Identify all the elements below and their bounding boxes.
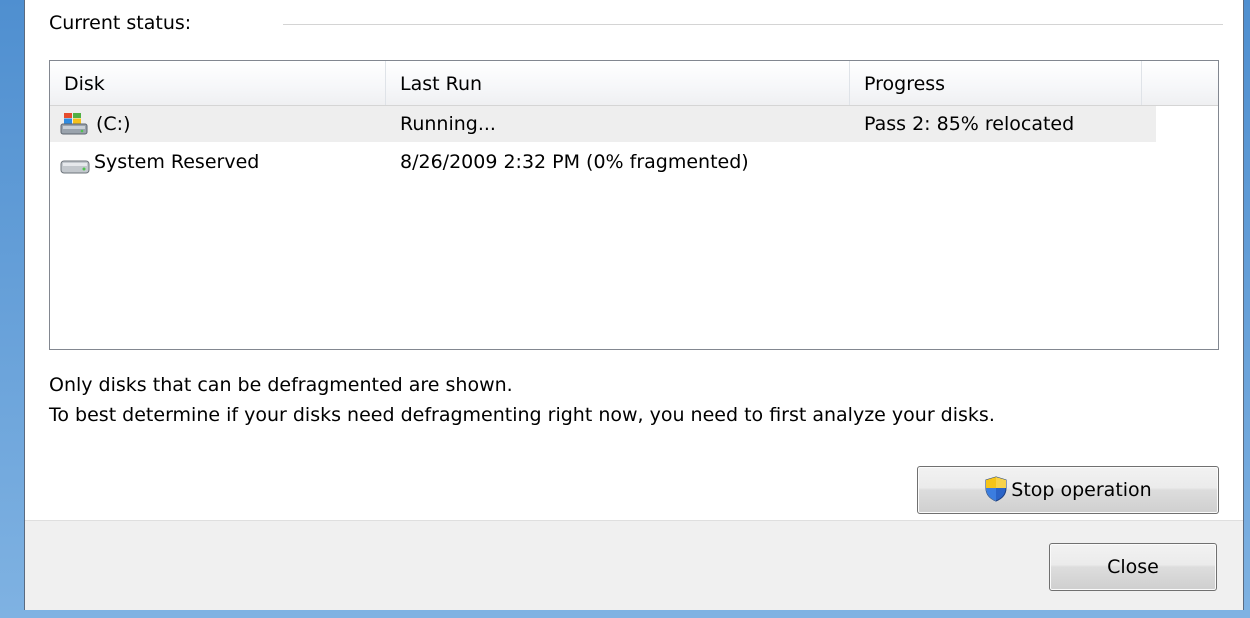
disk-row-c[interactable]: (C:) Running... Pass 2: 85% relocated (50, 106, 1156, 142)
status-divider (283, 24, 1223, 25)
last-run-value: 8/26/2009 2:32 PM (0% fragmented) (400, 151, 749, 173)
stop-operation-label: Stop operation (1011, 479, 1152, 501)
column-header-disk[interactable]: Disk (50, 61, 386, 105)
column-header-last-run[interactable]: Last Run (386, 61, 850, 105)
disk-list[interactable]: Disk Last Run Progress (C:) Running... P… (49, 60, 1219, 350)
uac-shield-icon (984, 473, 1008, 502)
disk-row-system-reserved[interactable]: System Reserved 8/26/2009 2:32 PM (0% fr… (50, 144, 1156, 180)
defragmenter-window: Current status: Disk Last Run Progress (… (24, 0, 1244, 610)
last-run-value: Running... (400, 113, 496, 135)
window-frame: Current status: Disk Last Run Progress (… (0, 0, 1250, 618)
progress-value: Pass 2: 85% relocated (864, 113, 1075, 135)
stop-operation-button[interactable]: Stop operation (917, 466, 1219, 514)
info-text-line2: To best determine if your disks need def… (49, 404, 995, 426)
disk-list-header: Disk Last Run Progress (50, 61, 1218, 106)
disk-name: System Reserved (94, 151, 260, 173)
disk-name: (C:) (96, 113, 131, 135)
column-header-progress[interactable]: Progress (850, 61, 1142, 105)
hard-drive-icon (60, 153, 90, 174)
windows-drive-icon (60, 112, 88, 136)
close-button[interactable]: Close (1049, 543, 1217, 591)
current-status-label: Current status: (49, 12, 192, 34)
info-text-line1: Only disks that can be defragmented are … (49, 374, 513, 396)
